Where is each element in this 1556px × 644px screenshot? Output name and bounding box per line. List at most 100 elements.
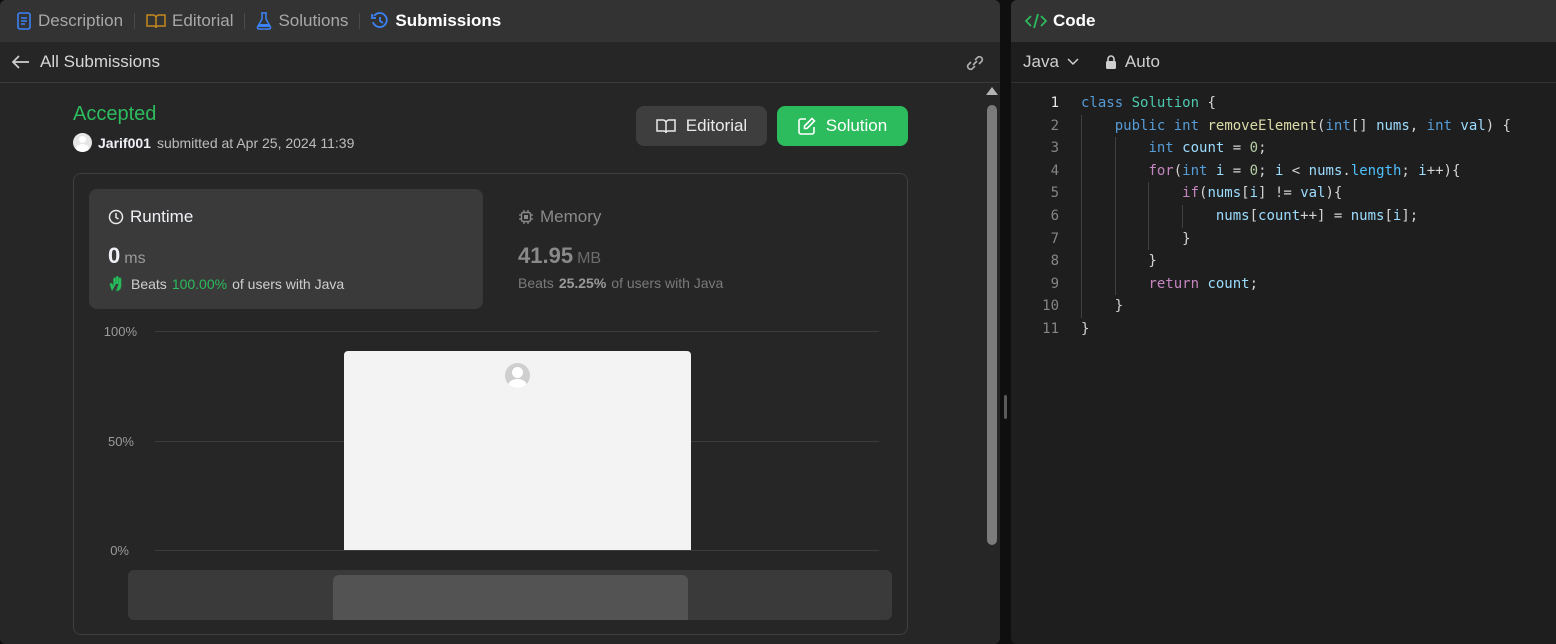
tab-solutions-label: Solutions <box>278 11 349 30</box>
gridline <box>155 550 879 551</box>
book-icon <box>656 119 676 134</box>
scroll-up-arrow-icon[interactable] <box>986 87 998 95</box>
line-number: 7 <box>1050 230 1059 247</box>
code-text: public int removeElement(int[] nums, int… <box>1114 117 1511 134</box>
clock-icon <box>108 209 124 225</box>
description-icon <box>17 12 31 30</box>
tab-description-label: Description <box>38 11 124 30</box>
memory-beats-suffix: of users with Java <box>611 275 724 291</box>
book-icon <box>146 14 166 29</box>
scrollbar[interactable] <box>984 83 1000 644</box>
runtime-beats: Beats 100.00% of users with Java <box>108 275 464 293</box>
memory-title-text: Memory <box>540 207 602 226</box>
line-number: 9 <box>1050 275 1059 292</box>
avatar[interactable] <box>73 133 92 152</box>
code-line[interactable]: 3 int count = 0; <box>1011 137 1556 160</box>
runtime-card[interactable]: Runtime 0 ms Beats 100.00% of users with … <box>89 189 483 309</box>
code-text: return count; <box>1148 275 1259 292</box>
code-line[interactable]: 4 for(int i = 0; i < nums.length; i++){ <box>1011 159 1556 183</box>
runtime-distribution-chart: 100% 50% 0% <box>74 324 907 558</box>
memory-unit: MB <box>577 250 602 267</box>
runtime-value: 0 ms <box>108 243 464 269</box>
editorial-button-label: Editorial <box>685 116 748 135</box>
tab-bar: Description Editorial Solutions Submissi… <box>0 0 1000 42</box>
tab-separator <box>134 13 136 29</box>
history-icon <box>371 12 388 28</box>
code-icon <box>1025 13 1047 29</box>
code-toolbar: Java Auto <box>1011 42 1556 83</box>
line-number: 1 <box>1050 95 1059 111</box>
submission-meta: Jarif001 submitted at Apr 25, 2024 11:39 <box>73 133 354 152</box>
code-editor[interactable]: 1 class Solution { 2 public int removeElem… <box>1011 92 1556 341</box>
code-line[interactable]: 10 } <box>1011 295 1556 318</box>
editorial-button[interactable]: Editorial <box>636 106 767 146</box>
line-number: 5 <box>1050 185 1059 202</box>
link-icon[interactable] <box>964 53 986 78</box>
code-line[interactable]: 11} <box>1011 318 1556 341</box>
line-number: 2 <box>1050 117 1059 134</box>
runtime-beats-percent: 100.00% <box>171 276 228 292</box>
status-badge: Accepted <box>73 103 157 125</box>
panel-resize-handle[interactable] <box>1004 395 1007 419</box>
gridline <box>155 331 879 332</box>
code-panel-title: Code <box>1053 11 1096 30</box>
chart-range-slider[interactable] <box>128 570 892 620</box>
code-line[interactable]: 6 nums[count++] = nums[i]; <box>1011 204 1556 228</box>
language-label: Java <box>1023 52 1059 71</box>
code-text: nums[count++] = nums[i]; <box>1215 207 1419 224</box>
all-submissions-link[interactable]: All Submissions <box>40 52 160 72</box>
language-select[interactable]: Java <box>1023 52 1079 72</box>
code-text: class Solution { <box>1081 95 1216 111</box>
submission-toolbar: All Submissions <box>0 42 1000 83</box>
submission-panel: Description Editorial Solutions Submissi… <box>0 0 1000 644</box>
scrollbar-thumb[interactable] <box>987 105 997 545</box>
tab-submissions-label: Submissions <box>395 11 502 30</box>
solution-button-label: Solution <box>825 116 888 135</box>
distribution-bar[interactable] <box>344 350 691 550</box>
code-line[interactable]: 8 } <box>1011 250 1556 273</box>
code-text: } <box>1081 320 1090 337</box>
y-tick-label: 100% <box>103 324 137 339</box>
memory-beats: Beats 25.25% of users with Java <box>518 275 874 291</box>
code-panel-header: Code <box>1011 0 1556 42</box>
runtime-number: 0 <box>108 243 121 268</box>
line-number: 10 <box>1042 298 1059 315</box>
username[interactable]: Jarif001 <box>98 135 151 151</box>
line-number: 8 <box>1050 253 1059 270</box>
y-tick-label: 50% <box>107 434 134 449</box>
back-arrow-icon[interactable] <box>12 55 30 69</box>
performance-panel: Runtime 0 ms Beats 100.00% of users with … <box>73 173 908 635</box>
tab-submissions[interactable]: Submissions <box>371 11 501 31</box>
slider-window[interactable] <box>333 575 688 620</box>
lock-icon <box>1105 55 1116 69</box>
tab-separator <box>359 13 361 29</box>
tab-separator <box>244 13 246 29</box>
user-avatar-icon <box>505 362 530 388</box>
code-line[interactable]: 7 } <box>1011 227 1556 251</box>
chevron-down-icon <box>1067 58 1079 66</box>
y-tick-label: 0% <box>110 543 129 558</box>
line-number: 6 <box>1050 207 1059 224</box>
code-line[interactable]: 2 public int removeElement(int[] nums, i… <box>1011 114 1556 138</box>
runtime-title-text: Runtime <box>130 207 194 226</box>
memory-beats-percent: 25.25% <box>558 275 607 291</box>
line-number: 4 <box>1050 162 1059 179</box>
solution-button[interactable]: Solution <box>777 106 908 146</box>
tab-description[interactable]: Description <box>16 11 123 31</box>
code-text: } <box>1081 298 1124 315</box>
memory-value: 41.95 MB <box>518 243 874 269</box>
line-number: 3 <box>1050 140 1059 157</box>
auto-mode[interactable]: Auto <box>1105 52 1160 72</box>
code-line[interactable]: 5 if(nums[i] != val){ <box>1011 182 1556 205</box>
code-line[interactable]: 1 class Solution { <box>1011 92 1556 115</box>
code-text: for(int i = 0; i < nums.length; i++){ <box>1148 162 1461 179</box>
tab-solutions[interactable]: Solutions <box>256 11 348 31</box>
memory-beats-label: Beats <box>518 275 554 291</box>
tab-editorial[interactable]: Editorial <box>146 11 233 31</box>
code-line[interactable]: 9 return count; <box>1011 272 1556 296</box>
memory-card[interactable]: Memory 41.95 MB Beats 25.25% of users wit… <box>499 189 893 309</box>
runtime-beats-label: Beats <box>131 276 167 292</box>
submission-detail: Accepted Jarif001 submitted at Apr 25, 2… <box>0 83 984 644</box>
line-number: 11 <box>1042 320 1059 337</box>
runtime-title: Runtime <box>108 207 464 227</box>
